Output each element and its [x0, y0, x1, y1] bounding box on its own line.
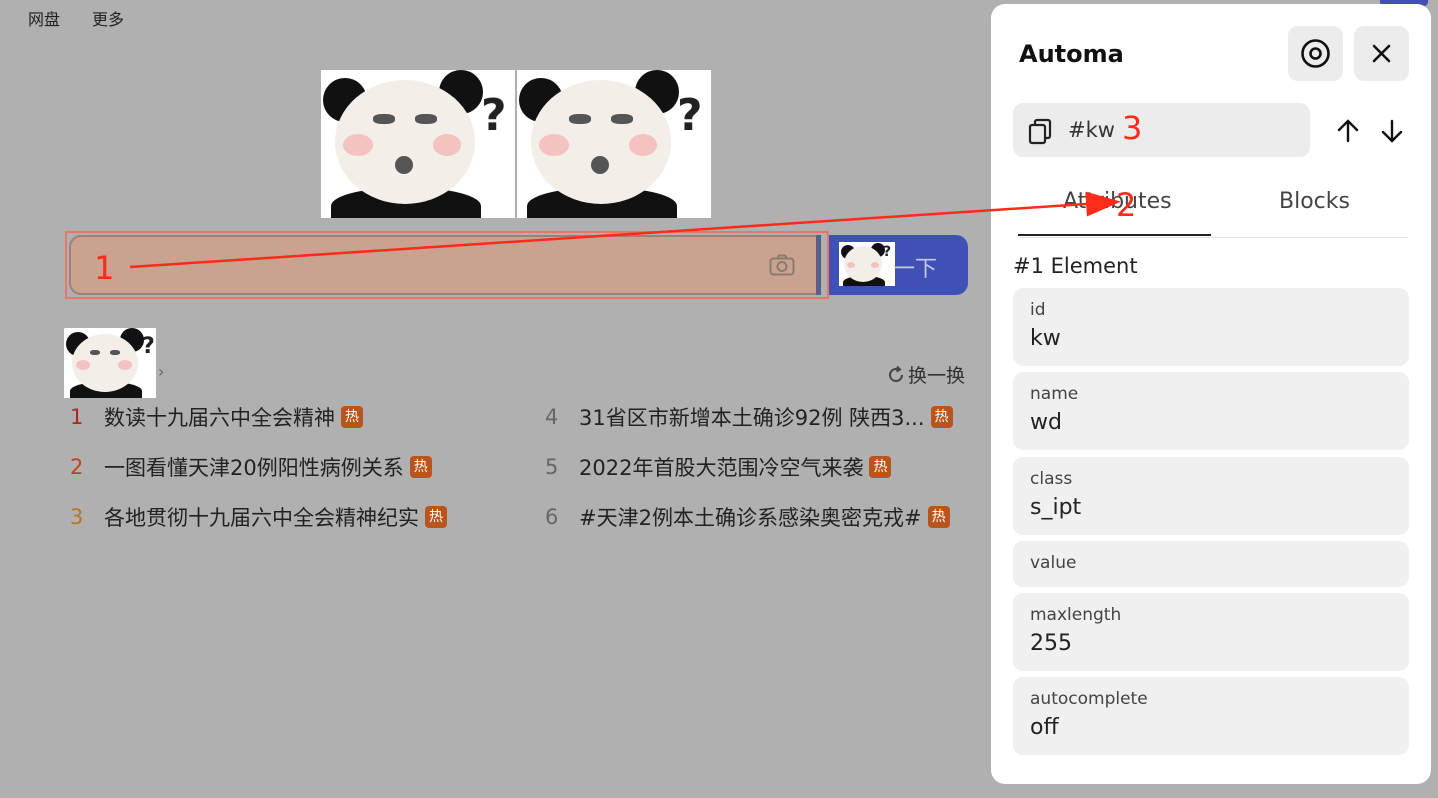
hot-item[interactable]: 3 各地贯彻十九届六中全会精神纪实 热 — [70, 502, 447, 532]
attribute-row[interactable]: value — [1013, 541, 1409, 587]
attribute-row[interactable]: class s_ipt — [1013, 457, 1409, 535]
panda-meme-image: ? — [517, 70, 711, 218]
hot-item[interactable]: 4 31省区市新增本土确诊92例 陕西3... 热 — [545, 402, 953, 432]
hot-rank: 2 — [70, 455, 84, 479]
element-title: #1 Element — [1013, 254, 1138, 278]
attribute-key: id — [1030, 300, 1046, 320]
annotation-label-1: 1 — [94, 249, 115, 287]
hot-rank: 3 — [70, 505, 84, 529]
tab-divider — [1018, 237, 1408, 238]
hot-badge: 热 — [409, 456, 432, 478]
active-tab-indicator — [1018, 234, 1211, 236]
tab-blocks[interactable]: Blocks — [1279, 189, 1350, 214]
attribute-key: value — [1030, 553, 1077, 573]
annotation-label-3: 3 — [1122, 109, 1143, 147]
automa-panel: Automa #kw Attributes Blocks #1 Element … — [991, 4, 1431, 784]
arrow-down-icon[interactable] — [1377, 116, 1407, 146]
attribute-value: kw — [1030, 326, 1061, 351]
hot-title[interactable]: 数读十九届六中全会精神 — [104, 402, 335, 432]
eye-icon — [1301, 39, 1330, 68]
hot-rank: 5 — [545, 455, 559, 479]
selector-value: #kw — [1068, 118, 1115, 142]
hot-rank: 4 — [545, 405, 559, 429]
arrow-up-icon[interactable] — [1333, 116, 1363, 146]
attribute-value: off — [1030, 715, 1059, 740]
hot-title[interactable]: 一图看懂天津20例阳性病例关系 — [104, 452, 404, 482]
hot-badge: 热 — [927, 506, 950, 528]
hot-item[interactable]: 1 数读十九届六中全会精神 热 — [70, 402, 363, 432]
chevron-right-icon[interactable]: › — [158, 362, 164, 381]
nav-more[interactable]: 更多 — [92, 6, 124, 30]
hot-badge: 热 — [869, 456, 892, 478]
attribute-key: maxlength — [1030, 605, 1122, 625]
search-button[interactable]: ? 一下 — [829, 235, 968, 295]
selector-field[interactable]: #kw — [1013, 103, 1310, 157]
hot-item[interactable]: 2 一图看懂天津20例阳性病例关系 热 — [70, 452, 432, 482]
attribute-row[interactable]: autocomplete off — [1013, 677, 1409, 755]
hotlist-panda-icon: ? — [64, 328, 156, 398]
hot-badge: 热 — [930, 406, 953, 428]
attribute-value: s_ipt — [1030, 495, 1082, 520]
panda-meme-image: ? — [321, 70, 515, 218]
element-highlight — [65, 231, 829, 299]
hot-item[interactable]: 5 2022年首股大范围冷空气来袭 热 — [545, 452, 892, 482]
attribute-row[interactable]: id kw — [1013, 288, 1409, 366]
panda-meme-icon: ? — [839, 242, 895, 286]
hot-rank: 6 — [545, 505, 559, 529]
hot-rank: 1 — [70, 405, 84, 429]
top-nav: 网盘 更多 — [28, 6, 124, 30]
refresh-button[interactable]: 换一换 — [886, 361, 965, 388]
panel-title: Automa — [1019, 40, 1124, 68]
logo-images: ? ? — [321, 70, 711, 218]
refresh-label: 换一换 — [908, 365, 966, 387]
attribute-value: 255 — [1030, 631, 1072, 656]
hot-badge: 热 — [341, 406, 363, 428]
preview-button[interactable] — [1288, 26, 1343, 81]
attribute-value: wd — [1030, 410, 1062, 435]
hot-badge: 热 — [425, 506, 447, 528]
attribute-key: class — [1030, 469, 1073, 489]
hot-title[interactable]: 2022年首股大范围冷空气来袭 — [579, 452, 863, 482]
annotation-label-2: 2 — [1116, 186, 1137, 224]
hot-item[interactable]: 6 #天津2例本土确诊系感染奥密克戎# 热 — [545, 502, 950, 532]
attribute-row[interactable]: name wd — [1013, 372, 1409, 450]
copy-icon[interactable] — [1027, 117, 1055, 145]
hot-title[interactable]: 31省区市新增本土确诊92例 陕西3... — [579, 402, 925, 432]
nav-netdisk[interactable]: 网盘 — [28, 6, 60, 30]
hot-title[interactable]: #天津2例本土确诊系感染奥密克戎# — [579, 502, 922, 532]
refresh-icon — [889, 365, 903, 382]
search-button-label: 一下 — [893, 257, 938, 282]
attribute-key: name — [1030, 384, 1079, 404]
attribute-key: autocomplete — [1030, 689, 1148, 709]
close-icon — [1372, 44, 1391, 63]
hot-title[interactable]: 各地贯彻十九届六中全会精神纪实 — [104, 502, 419, 532]
attribute-row[interactable]: maxlength 255 — [1013, 593, 1409, 671]
close-button[interactable] — [1354, 26, 1409, 81]
